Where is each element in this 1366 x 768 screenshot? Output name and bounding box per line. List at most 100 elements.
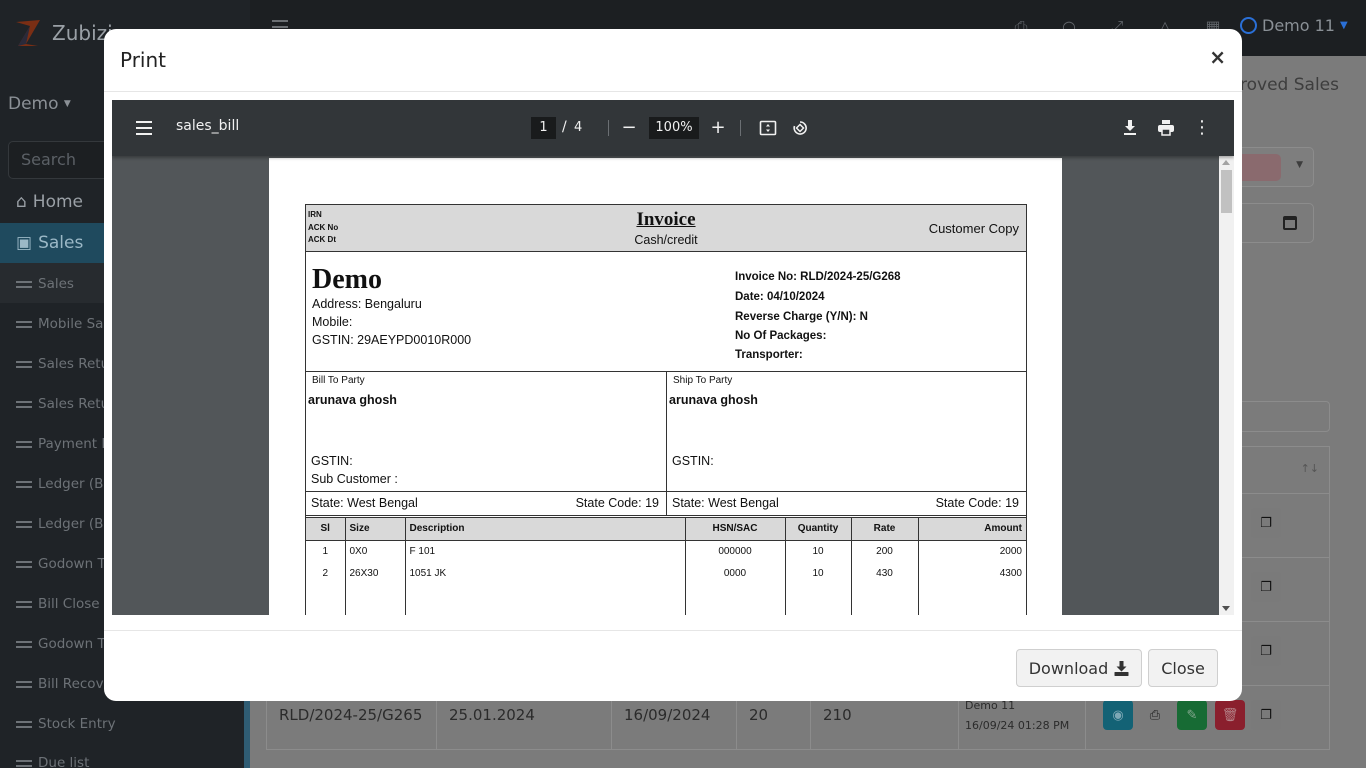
- item-size: 26X30: [345, 562, 406, 584]
- sidebar-item-label: Payment R: [38, 436, 111, 452]
- menu-bars-icon: [16, 320, 32, 328]
- bill-to-state-code: State Code: 19: [575, 496, 659, 510]
- copy-button[interactable]: ❐: [1251, 636, 1281, 666]
- copy-button[interactable]: ❐: [1251, 700, 1281, 730]
- bill-to-label: Bill To Party: [312, 375, 365, 386]
- item-description: F 101: [405, 540, 686, 562]
- sidebar-item-label: Due list: [38, 755, 90, 768]
- page-total: 4: [574, 120, 583, 135]
- download-button[interactable]: Download: [1016, 649, 1142, 687]
- menu-bars-icon: [16, 560, 32, 568]
- sidebar-item-label: Home: [32, 192, 83, 212]
- zoom-level-input[interactable]: 100%: [649, 117, 699, 139]
- created-at: 16/09/24 01:28 PM: [965, 719, 1070, 732]
- sidebar-subitem[interactable]: Bill Recove: [16, 676, 112, 692]
- invoice: IRN ACK No ACK Dt Invoice Cash/credit Cu…: [305, 204, 1027, 615]
- item-sl: 1: [306, 540, 346, 562]
- col-quantity: Quantity: [785, 518, 852, 541]
- menu-bars-icon: [16, 280, 32, 288]
- table-search-input[interactable]: [1230, 401, 1330, 432]
- sidebar-item-label: Bill Close: [38, 596, 100, 612]
- sidebar-subitem[interactable]: Payment R: [16, 436, 111, 452]
- sidebar-item-label: Stock Entry: [38, 716, 116, 732]
- sidebar-item-label: Mobile Sal: [38, 316, 108, 332]
- view-button[interactable]: ◉: [1103, 700, 1133, 730]
- col-rate: Rate: [851, 518, 919, 541]
- zoom-out-icon[interactable]: −: [617, 116, 641, 140]
- sidebar-subitem[interactable]: Mobile Sal: [16, 316, 107, 332]
- invoice-date: Date: 04/10/2024: [735, 291, 825, 303]
- ship-to-party: Ship To Party arunava ghosh GSTIN:: [666, 372, 1026, 491]
- download-icon[interactable]: [1118, 116, 1142, 140]
- menu-bars-icon: [16, 480, 32, 488]
- ship-to-state-cell: State: West Bengal State Code: 19: [666, 492, 1026, 515]
- menu-bars-icon: [16, 400, 32, 408]
- copy-button[interactable]: ❐: [1251, 572, 1281, 602]
- delete-button[interactable]: 🗑: [1215, 700, 1245, 730]
- scroll-up-icon[interactable]: [1222, 160, 1230, 165]
- scroll-down-icon[interactable]: [1222, 606, 1230, 611]
- page-number-input[interactable]: 1: [531, 117, 556, 139]
- sidebar-subitem[interactable]: Due list: [16, 755, 89, 768]
- menu-bars-icon: [16, 520, 32, 528]
- fit-page-icon[interactable]: [756, 116, 780, 140]
- sidebar-subitem[interactable]: Godown Tr: [16, 556, 109, 572]
- brand[interactable]: Zubizi: [14, 18, 113, 48]
- sort-icon[interactable]: ↑↓: [1301, 462, 1319, 475]
- sidebar-subitem[interactable]: Stock Entry: [16, 716, 116, 732]
- col-hsn: HSN/SAC: [685, 518, 786, 541]
- scrollbar-thumb[interactable]: [1221, 170, 1232, 213]
- sidebar-subitem[interactable]: Sales Retu: [16, 396, 109, 412]
- close-button[interactable]: Close: [1148, 649, 1218, 687]
- state-row: State: West Bengal State Code: 19 State:…: [306, 492, 1026, 516]
- item-rate: 200: [851, 540, 919, 562]
- item-quantity: 10: [785, 562, 852, 584]
- close-icon[interactable]: ×: [1209, 45, 1226, 69]
- company-block: Demo Address: Bengaluru Mobile: GSTIN: 2…: [306, 252, 1026, 372]
- caret-down-icon: ▼: [1296, 160, 1303, 170]
- bill-to-name: arunava ghosh: [308, 393, 397, 407]
- date-input[interactable]: [1230, 203, 1314, 243]
- sidebar-item-home[interactable]: ⌂ Home: [16, 192, 83, 212]
- print-modal: Print × sales_bill 1 / 4 − 100% + ⋮ IRN …: [104, 29, 1242, 701]
- item-size: 0X0: [345, 540, 406, 562]
- sidebar-item-label: Sales: [38, 233, 84, 253]
- print-icon[interactable]: [1154, 116, 1178, 140]
- zoom-in-icon[interactable]: +: [706, 116, 730, 140]
- col-description: Description: [405, 518, 686, 541]
- pdf-page: IRN ACK No ACK Dt Invoice Cash/credit Cu…: [269, 158, 1062, 615]
- company-selector[interactable]: Demo ▼: [8, 94, 71, 114]
- sidebar-item-label: Godown Tr: [38, 636, 110, 652]
- invoice-title: Invoice: [636, 209, 696, 230]
- modal-footer: Download Close: [104, 630, 1242, 701]
- menu-bars-icon: [16, 600, 32, 608]
- ship-to-state-code: State Code: 19: [935, 496, 1019, 510]
- menu-bars-icon: [16, 640, 32, 648]
- status-select[interactable]: ▼: [1229, 147, 1314, 187]
- copy-button[interactable]: ❐: [1251, 508, 1281, 538]
- pdf-scrollbar[interactable]: [1219, 156, 1234, 615]
- sidebar-subitem[interactable]: Ledger (Bi: [16, 476, 107, 492]
- print-button[interactable]: ⎙: [1140, 700, 1170, 730]
- item-hsn: 0000: [685, 562, 786, 584]
- rotate-icon[interactable]: [788, 116, 812, 140]
- sidebar-subitem[interactable]: Godown Tr: [16, 636, 109, 652]
- bill-to-state: State: West Bengal: [311, 496, 418, 510]
- company-name: Demo: [8, 94, 59, 114]
- item-row-empty: [306, 584, 1026, 615]
- reverse-charge: Reverse Charge (Y/N): N: [735, 311, 868, 323]
- item-row: 1 0X0 F 101 000000 10 200 2000: [306, 540, 1026, 562]
- sidebar-subitem[interactable]: Bill Close: [16, 596, 100, 612]
- menu-icon[interactable]: [136, 121, 152, 135]
- sidebar-item-label: Sales Retu: [38, 356, 110, 372]
- user-menu[interactable]: Demo 11 ▼: [1240, 16, 1348, 35]
- sidebar-subitem[interactable]: Sales Retu: [16, 356, 109, 372]
- ship-to-state: State: West Bengal: [672, 496, 779, 510]
- sidebar-subitem[interactable]: Sales: [16, 276, 74, 292]
- sidebar-subitem[interactable]: Ledger (Bu: [16, 516, 112, 532]
- modal-title: Print: [120, 48, 167, 72]
- page-separator: /: [562, 119, 567, 135]
- more-options-icon[interactable]: ⋮: [1190, 116, 1214, 140]
- menu-bars-icon: [16, 720, 32, 728]
- edit-button[interactable]: ✎: [1177, 700, 1207, 730]
